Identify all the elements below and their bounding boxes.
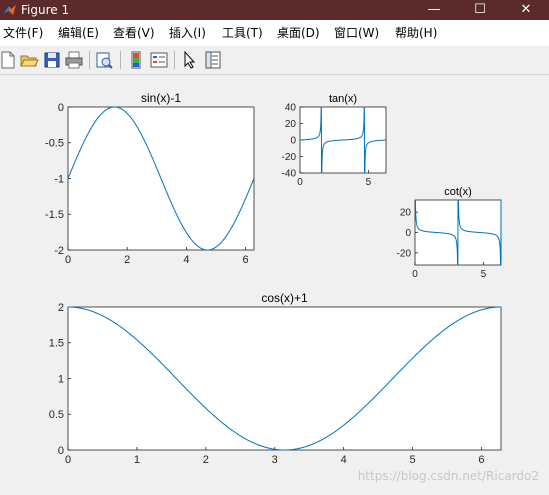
toolbar-separator: [120, 51, 121, 69]
axes-title: sin(x)-1: [141, 91, 181, 105]
axes-cos[interactable]: cos(x)+1 0 0.5 1 1.5 2 0 1 2 3 4 5 6: [49, 291, 502, 466]
axes-box: [67, 306, 502, 451]
menu-desktop[interactable]: 桌面(D): [277, 25, 320, 41]
toolbar-separator: [89, 51, 90, 69]
menu-file[interactable]: 文件(F): [3, 25, 43, 41]
y-tick-label: 0: [405, 228, 411, 239]
y-tick-label: 20: [285, 119, 297, 130]
y-tick-label: 40: [285, 103, 297, 114]
axes-title: cot(x): [444, 186, 472, 198]
x-tick-label: 5: [366, 177, 372, 188]
save-icon[interactable]: [42, 50, 62, 70]
colorbar-icon[interactable]: [126, 50, 146, 70]
y-tick-label: 0: [58, 445, 64, 457]
matlab-logo-icon: [4, 5, 16, 15]
watermark-text: https://blog.csdn.net/Ricardo2: [357, 469, 539, 483]
print-icon[interactable]: [64, 50, 84, 70]
y-tick-label: -20: [397, 248, 412, 259]
menu-tools[interactable]: 工具(T): [222, 25, 263, 41]
property-inspector-icon[interactable]: [203, 50, 223, 70]
x-tick-label: 0: [412, 269, 418, 280]
axes-cot[interactable]: cot(x) -20020 05: [397, 186, 502, 280]
select-pointer-icon[interactable]: [180, 50, 200, 70]
axes-tan[interactable]: tan(x) -40 -20 0 20 40 0 5: [282, 93, 387, 188]
y-ticks: -2 -1.5 -1 -0.5 0: [45, 102, 71, 257]
x-tick-label: 3: [272, 454, 278, 466]
menu-window[interactable]: 窗口(W): [334, 25, 379, 41]
y-tick-label: -20: [282, 152, 297, 163]
y-tick-label: 2: [58, 302, 64, 314]
menu-view[interactable]: 查看(V): [113, 25, 155, 41]
axes-title: cos(x)+1: [261, 291, 308, 305]
toolbar: [0, 46, 549, 75]
print-preview-icon[interactable]: [94, 50, 114, 70]
window-title: Figure 1: [21, 3, 70, 17]
x-tick-label: 0: [297, 177, 303, 188]
menu-bar: 文件(F) 编辑(E) 查看(V) 插入(I) 工具(T) 桌面(D) 窗口(W…: [0, 20, 549, 46]
y-tick-label: 20: [400, 208, 412, 219]
x-tick-label: 5: [481, 269, 487, 280]
x-tick-label: 0: [65, 254, 71, 266]
x-tick-label: 6: [243, 254, 249, 266]
x-tick-label: 6: [478, 454, 484, 466]
minimize-button[interactable]: —: [411, 0, 457, 20]
x-tick-label: 2: [124, 254, 130, 266]
y-tick-label: -1.5: [45, 209, 64, 221]
y-tick-label: -2: [54, 245, 64, 257]
y-tick-label: -1: [54, 173, 64, 185]
menu-edit[interactable]: 编辑(E): [58, 25, 99, 41]
figure-svg: sin(x)-1 -2 -1.5 -1 -0.5 0 0 2 4 6 tan(x) -40 -2…: [45, 91, 502, 466]
y-tick-label: 0: [290, 136, 296, 147]
menu-insert[interactable]: 插入(I): [169, 25, 206, 41]
axes-title: tan(x): [329, 93, 357, 105]
x-tick-label: 0: [65, 454, 71, 466]
y-tick-label: 1.5: [49, 338, 64, 350]
x-tick-label: 4: [341, 454, 347, 466]
axes-sin[interactable]: sin(x)-1 -2 -1.5 -1 -0.5 0 0 2 4 6: [45, 91, 255, 266]
close-button[interactable]: ✕: [503, 0, 549, 20]
toolbar-separator: [174, 51, 175, 69]
new-figure-icon[interactable]: [0, 50, 18, 70]
legend-icon[interactable]: [149, 50, 169, 70]
y-tick-label: -40: [282, 169, 297, 180]
maximize-button[interactable]: ☐: [457, 0, 503, 20]
figure-canvas: sin(x)-1 -2 -1.5 -1 -0.5 0 0 2 4 6 tan(x) -40 -2…: [0, 75, 549, 491]
y-tick-label: 0: [58, 102, 64, 114]
x-tick-label: 5: [410, 454, 416, 466]
x-tick-label: 4: [183, 254, 189, 266]
x-tick-label: 1: [134, 454, 140, 466]
menu-help[interactable]: 帮助(H): [395, 25, 437, 41]
y-tick-label: -0.5: [45, 138, 64, 150]
open-file-icon[interactable]: [19, 50, 39, 70]
y-tick-label: 1: [58, 373, 64, 385]
title-bar: Figure 1 — ☐ ✕: [0, 0, 549, 20]
y-tick-label: 0.5: [49, 409, 64, 421]
x-tick-label: 2: [203, 454, 209, 466]
